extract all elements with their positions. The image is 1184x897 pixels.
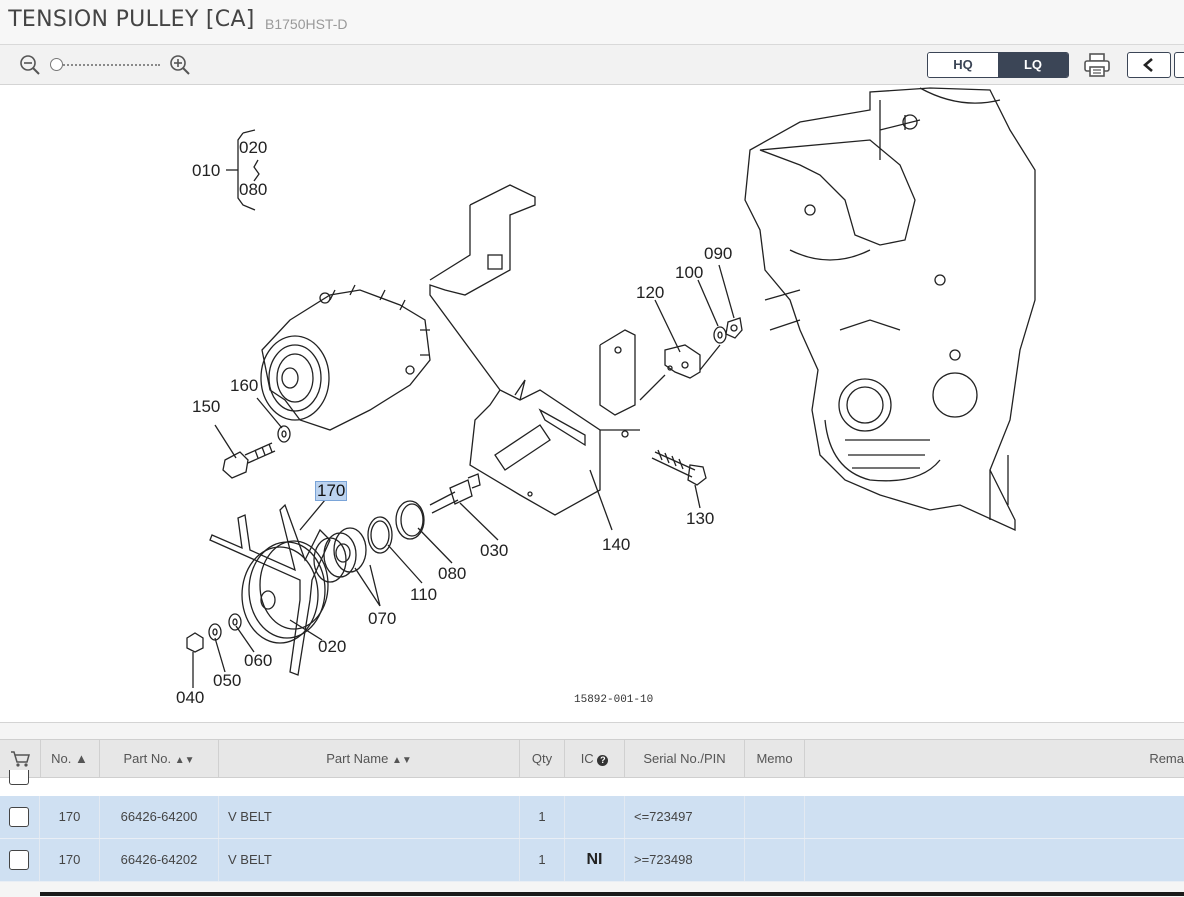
row-checkbox[interactable] [9, 770, 29, 785]
cell-no: 170 [40, 839, 100, 881]
zoom-slider-handle[interactable] [50, 58, 63, 71]
cell-ic: NI [565, 839, 625, 881]
quality-hq-button[interactable]: HQ [928, 53, 998, 77]
row-checkbox[interactable] [9, 850, 29, 870]
callout-050[interactable]: 050 [213, 672, 241, 690]
toolbar: HQ LQ [0, 45, 1184, 85]
zoom-track [56, 64, 160, 68]
printer-icon[interactable] [1083, 52, 1111, 78]
column-header-remarks: Rema [1149, 751, 1184, 766]
cell-part-no: 66426-64200 [100, 796, 219, 838]
row-checkbox[interactable] [9, 807, 29, 827]
column-header-serial: Serial No./PIN [625, 740, 745, 777]
chevron-left-icon [1143, 58, 1153, 72]
parts-table: No. ▲ Part No. ▲▼ Part Name ▲▼ Qty IC ? … [0, 722, 1184, 897]
page-title: ) TENSION PULLEY [CA] [0, 7, 255, 32]
callout-020-group[interactable]: 020 [239, 139, 267, 157]
column-header-part-no[interactable]: Part No. ▲▼ [100, 740, 219, 777]
cell-memo [745, 839, 805, 881]
cart-icon [11, 751, 30, 767]
callout-040[interactable]: 040 [176, 689, 204, 707]
next-page-button[interactable] [1174, 52, 1184, 78]
column-header-memo: Memo [745, 740, 805, 777]
sort-icon: ▲▼ [174, 755, 195, 766]
zoom-out-icon[interactable] [19, 54, 41, 76]
cell-part-name: V BELT [219, 796, 520, 838]
cell-remarks [805, 796, 1184, 838]
cell-memo [745, 796, 805, 838]
callout-160[interactable]: 160 [230, 377, 258, 395]
callout-020[interactable]: 020 [318, 638, 346, 656]
callout-120[interactable]: 120 [636, 284, 664, 302]
cell-serial: >=723498 [625, 839, 745, 881]
callout-030[interactable]: 030 [480, 542, 508, 560]
cell-qty: 1 [520, 796, 565, 838]
column-header-no[interactable]: No. ▲ [40, 740, 100, 777]
quality-toggle: HQ LQ [927, 52, 1069, 78]
callout-150[interactable]: 150 [192, 398, 220, 416]
table-row-partial [0, 770, 1184, 797]
cell-part-name: V BELT [219, 839, 520, 881]
title-bar: ) TENSION PULLEY [CA] B1750HST-D [0, 0, 1184, 45]
table-header: No. ▲ Part No. ▲▼ Part Name ▲▼ Qty IC ? … [0, 739, 1184, 778]
callout-080-group[interactable]: 080 [239, 181, 267, 199]
figure-id: 15892-001-10 [574, 694, 654, 706]
callout-090[interactable]: 090 [704, 245, 732, 263]
callout-100[interactable]: 100 [675, 264, 703, 282]
cell-serial: <=723497 [625, 796, 745, 838]
table-row[interactable]: 170 66426-64200 V BELT 1 <=723497 [0, 796, 1184, 839]
sort-icon: ▲▼ [391, 755, 412, 766]
parts-diagram[interactable]: 010 020 080 090 100 120 160 150 170 030 … [0, 85, 1184, 722]
callout-130[interactable]: 130 [686, 510, 714, 528]
column-header-part-name[interactable]: Part Name ▲▼ [219, 740, 520, 777]
cell-remarks [805, 839, 1184, 881]
callout-080[interactable]: 080 [438, 565, 466, 583]
cell-part-no: 66426-64202 [100, 839, 219, 881]
horizontal-scrollbar[interactable] [40, 892, 1184, 896]
help-icon[interactable]: ? [597, 755, 609, 766]
table-row[interactable]: 170 66426-64202 V BELT 1 NI >=723498 [0, 839, 1184, 882]
cell-ic [565, 796, 625, 838]
column-header-qty: Qty [520, 740, 565, 777]
cell-qty: 1 [520, 839, 565, 881]
zoom-slider[interactable] [50, 58, 162, 72]
callout-110[interactable]: 110 [410, 586, 437, 604]
callout-070[interactable]: 070 [368, 610, 396, 628]
callout-170-highlighted[interactable]: 170 [315, 481, 348, 501]
cell-no: 170 [40, 796, 100, 838]
previous-page-button[interactable] [1127, 52, 1171, 78]
sort-asc-icon: ▲ [74, 751, 88, 766]
row-select-cell [0, 839, 40, 881]
model-label: B1750HST-D [265, 16, 348, 32]
callout-010[interactable]: 010 [192, 162, 220, 180]
exploded-view-drawing [186, 87, 1036, 688]
column-header-ic: IC ? [565, 740, 625, 777]
callout-060[interactable]: 060 [244, 652, 272, 670]
callout-140[interactable]: 140 [602, 536, 630, 554]
quality-lq-button[interactable]: LQ [998, 53, 1068, 77]
zoom-in-icon[interactable] [169, 54, 191, 76]
row-select-cell [0, 796, 40, 838]
